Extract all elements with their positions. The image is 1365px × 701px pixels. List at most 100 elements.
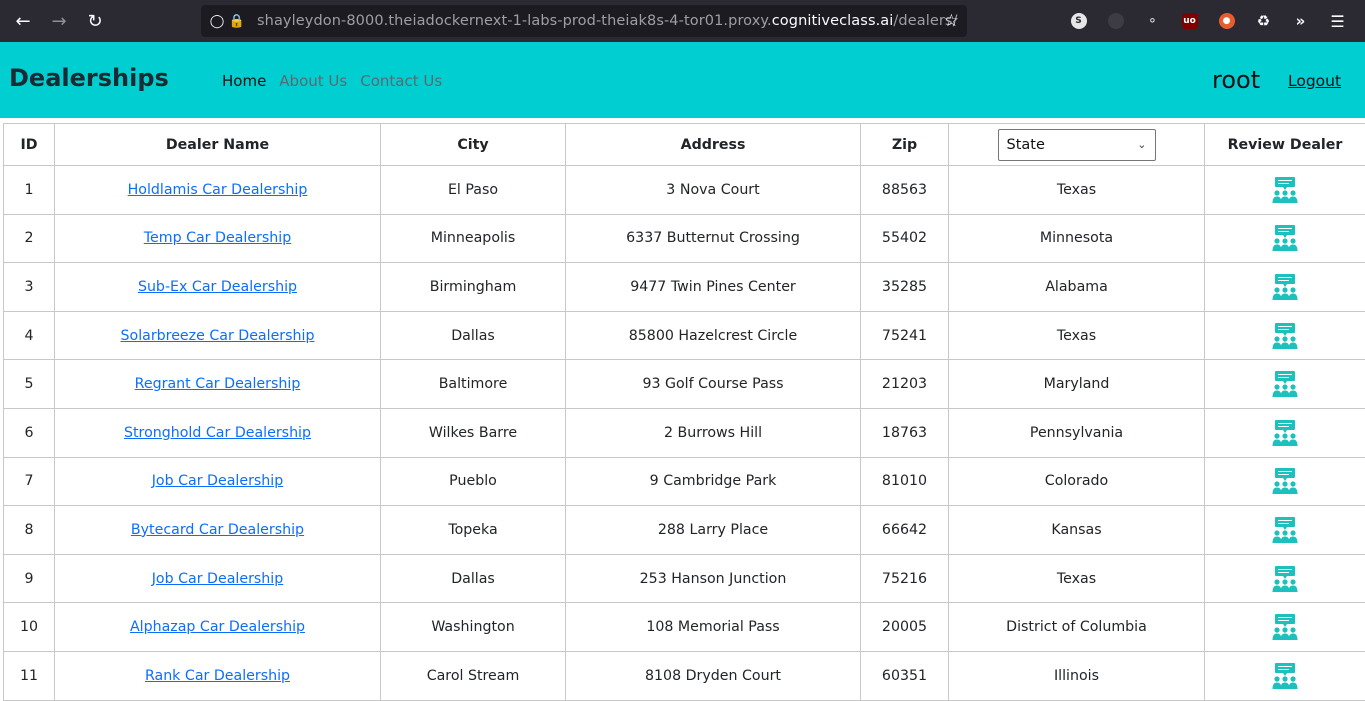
- state-filter-value: State: [1007, 137, 1045, 153]
- cell-state: Alabama: [949, 263, 1205, 312]
- extensions-area: S ⚬ uo ● ♻ » ☰: [1060, 0, 1356, 42]
- extension-orange-icon[interactable]: ●: [1219, 13, 1235, 29]
- cell-id: 11: [4, 651, 55, 700]
- dealer-link[interactable]: Sub-Ex Car Dealership: [138, 279, 297, 295]
- cell-review: [1205, 214, 1365, 263]
- table-header-row: ID Dealer Name City Address Zip State ⌄ …: [4, 124, 1365, 166]
- review-people-icon[interactable]: [1272, 516, 1298, 544]
- cell-address: 3 Nova Court: [566, 166, 861, 215]
- cell-review: [1205, 408, 1365, 457]
- review-people-icon[interactable]: [1272, 565, 1298, 593]
- back-icon[interactable]: ←: [5, 0, 41, 42]
- cell-dealer-name: Alphazap Car Dealership: [55, 603, 381, 652]
- cell-review: [1205, 263, 1365, 312]
- dealer-link[interactable]: Bytecard Car Dealership: [131, 522, 304, 538]
- cell-state: Kansas: [949, 506, 1205, 555]
- extension-s-icon[interactable]: S: [1071, 13, 1087, 29]
- cell-address: 288 Larry Place: [566, 506, 861, 555]
- table-row: 9 Job Car Dealership Dallas253 Hanson Junc…: [4, 554, 1365, 603]
- ublock-icon[interactable]: uo: [1182, 13, 1198, 29]
- cell-address: 253 Hanson Junction: [566, 554, 861, 603]
- cell-state: Texas: [949, 554, 1205, 603]
- review-people-icon[interactable]: [1272, 322, 1298, 350]
- table-row: 4Solarbreeze Car DealershipDallas85800 H…: [4, 311, 1365, 360]
- cell-id: 8: [4, 506, 55, 555]
- cell-address: 9 Cambridge Park: [566, 457, 861, 506]
- cell-address: 85800 Hazelcrest Circle: [566, 311, 861, 360]
- cell-zip: 75216: [861, 554, 949, 603]
- cell-id: 7: [4, 457, 55, 506]
- cell-id: 2: [4, 214, 55, 263]
- tracking-protection-icon[interactable]: ◯: [207, 14, 227, 29]
- brand-title[interactable]: Dealerships: [9, 64, 169, 92]
- cell-zip: 55402: [861, 214, 949, 263]
- dealer-link[interactable]: Rank Car Dealership: [145, 668, 290, 684]
- dealer-link[interactable]: Solarbreeze Car Dealership: [121, 328, 315, 344]
- nav-contact-link[interactable]: Contact Us: [360, 72, 442, 90]
- table-row: 11Rank Car DealershipCarol Stream8108 Dr…: [4, 651, 1365, 700]
- dealers-table: ID Dealer Name City Address Zip State ⌄ …: [3, 123, 1365, 701]
- nav-home-link[interactable]: Home: [222, 72, 266, 90]
- bookmark-star-icon[interactable]: ☆: [944, 11, 959, 31]
- dealer-link[interactable]: Holdlamis Car Dealership: [128, 182, 308, 198]
- logout-link[interactable]: Logout: [1288, 72, 1341, 90]
- review-people-icon[interactable]: [1272, 613, 1298, 641]
- cell-address: 93 Golf Course Pass: [566, 360, 861, 409]
- state-filter-select[interactable]: State ⌄: [998, 129, 1156, 161]
- cell-review: [1205, 603, 1365, 652]
- review-people-icon[interactable]: [1272, 419, 1298, 447]
- forward-icon[interactable]: →: [41, 0, 77, 42]
- extension-grey-icon[interactable]: [1108, 13, 1124, 29]
- cell-state: District of Columbia: [949, 603, 1205, 652]
- dealers-table-container: ID Dealer Name City Address Zip State ⌄ …: [3, 123, 1365, 701]
- cell-city: Washington: [381, 603, 566, 652]
- table-row: 2Temp Car DealershipMinneapolis6337 Butt…: [4, 214, 1365, 263]
- table-row: 1 Holdlamis Car Dealership El Paso3 Nova C…: [4, 166, 1365, 215]
- cell-id: 9: [4, 554, 55, 603]
- header-zip: Zip: [861, 124, 949, 166]
- cell-zip: 21203: [861, 360, 949, 409]
- extension-eye-icon[interactable]: ⚬: [1145, 13, 1161, 29]
- cell-id: 6: [4, 408, 55, 457]
- cell-state: Colorado: [949, 457, 1205, 506]
- cell-address: 8108 Dryden Court: [566, 651, 861, 700]
- browser-toolbar: ← → ↻ ◯ 🔒 shayleydon-8000.theiadockernex…: [0, 0, 1365, 42]
- dealer-link[interactable]: Regrant Car Dealership: [135, 376, 301, 392]
- table-row: 3Sub-Ex Car DealershipBirmingham9477 Twi…: [4, 263, 1365, 312]
- review-people-icon[interactable]: [1272, 370, 1298, 398]
- table-body: 1 Holdlamis Car Dealership El Paso3 Nova C…: [4, 166, 1365, 701]
- review-people-icon[interactable]: [1272, 176, 1298, 204]
- review-people-icon[interactable]: [1272, 224, 1298, 252]
- review-people-icon[interactable]: [1272, 662, 1298, 690]
- dealer-link[interactable]: Stronghold Car Dealership: [124, 425, 311, 441]
- cell-city: Birmingham: [381, 263, 566, 312]
- dealer-link[interactable]: Job Car Dealership: [152, 571, 284, 587]
- header-city: City: [381, 124, 566, 166]
- url-text[interactable]: shayleydon-8000.theiadockernext-1-labs-p…: [257, 13, 958, 29]
- address-bar[interactable]: ◯ 🔒 shayleydon-8000.theiadockernext-1-la…: [201, 5, 967, 37]
- dealer-link[interactable]: Temp Car Dealership: [144, 230, 291, 246]
- review-people-icon[interactable]: [1272, 467, 1298, 495]
- cell-address: 2 Burrows Hill: [566, 408, 861, 457]
- cell-state: Illinois: [949, 651, 1205, 700]
- nav-about-link[interactable]: About Us: [279, 72, 347, 90]
- extensions-puzzle-icon[interactable]: ♻: [1256, 13, 1272, 29]
- cell-review: [1205, 166, 1365, 215]
- cell-dealer-name: Job Car Dealership: [55, 457, 381, 506]
- dealer-link[interactable]: Job Car Dealership: [152, 473, 284, 489]
- cell-city: Wilkes Barre: [381, 408, 566, 457]
- cell-address: 108 Memorial Pass: [566, 603, 861, 652]
- cell-zip: 18763: [861, 408, 949, 457]
- cell-id: 1: [4, 166, 55, 215]
- overflow-chevron-icon[interactable]: »: [1293, 13, 1309, 29]
- reload-icon[interactable]: ↻: [77, 0, 113, 42]
- cell-city: Dallas: [381, 554, 566, 603]
- username-label: root: [1212, 66, 1260, 94]
- cell-city: Baltimore: [381, 360, 566, 409]
- review-people-icon[interactable]: [1272, 273, 1298, 301]
- cell-dealer-name: Regrant Car Dealership: [55, 360, 381, 409]
- lock-icon[interactable]: 🔒: [227, 14, 247, 29]
- cell-city: El Paso: [381, 166, 566, 215]
- menu-hamburger-icon[interactable]: ☰: [1330, 13, 1346, 29]
- dealer-link[interactable]: Alphazap Car Dealership: [130, 619, 305, 635]
